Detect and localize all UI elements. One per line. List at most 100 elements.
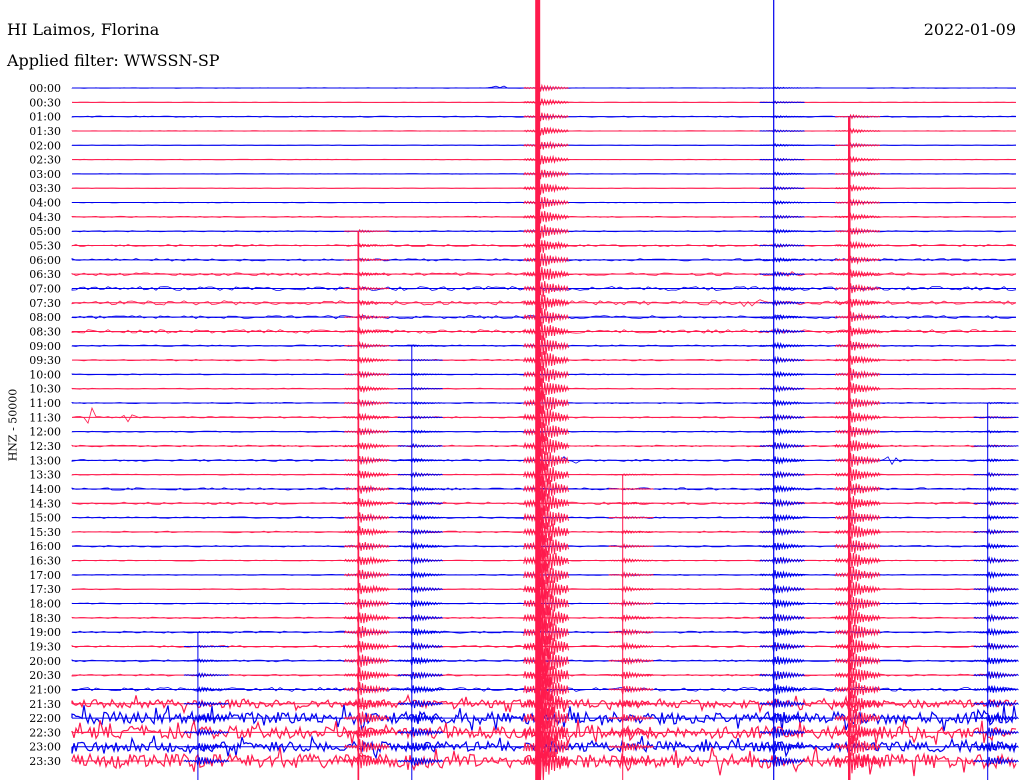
row-label: 16:00 — [29, 540, 61, 553]
spike-coda — [608, 670, 654, 681]
spike-coda — [834, 649, 881, 671]
spike-coda — [183, 672, 229, 679]
row-label: 21:30 — [29, 698, 61, 711]
spike-coda — [759, 370, 805, 379]
row-label: 00:00 — [29, 82, 61, 95]
row-label: 04:00 — [29, 197, 61, 210]
spike-coda — [397, 372, 443, 377]
spike-coda — [759, 670, 805, 681]
row-label: 02:30 — [29, 154, 61, 167]
spike-coda — [973, 486, 1019, 493]
spike-coda — [759, 498, 805, 508]
spike-coda — [608, 529, 654, 535]
row-label: 10:30 — [29, 383, 61, 396]
spike-coda — [759, 128, 805, 134]
spike-coda — [608, 487, 654, 491]
row-label: 18:30 — [29, 612, 61, 625]
row-label: 16:30 — [29, 555, 61, 568]
row-label: 18:00 — [29, 598, 61, 611]
row-label: 13:00 — [29, 454, 61, 467]
spike-coda — [834, 425, 881, 440]
spike-coda — [343, 598, 390, 610]
row-time-labels: 00:0000:30 01:0001:3002:00 02:3003:0003:30… — [29, 82, 61, 768]
spike-coda — [523, 263, 569, 282]
spike-coda — [397, 599, 443, 610]
row-label: 01:30 — [29, 125, 61, 138]
row-label: 20:30 — [29, 669, 61, 682]
spike-coda — [834, 226, 881, 236]
row-label: 20:00 — [29, 655, 61, 668]
row-label: 19:00 — [29, 626, 61, 639]
row-label: 05:30 — [29, 240, 61, 253]
row-label: 23:00 — [29, 741, 61, 754]
spike-coda — [523, 196, 569, 211]
spike-coda — [523, 378, 569, 402]
spike-coda — [834, 398, 881, 410]
spike-coda — [343, 640, 390, 655]
spike-coda — [834, 677, 881, 700]
row-label: 06:30 — [29, 268, 61, 281]
row-label: 11:30 — [29, 411, 61, 424]
spike-coda — [834, 440, 881, 455]
spike-coda — [834, 553, 881, 572]
spike-coda — [523, 140, 569, 152]
spike-coda — [834, 411, 881, 426]
row-label: 22:00 — [29, 712, 61, 725]
spike-coda — [834, 580, 881, 600]
spike-coda — [397, 485, 443, 493]
row-label: 01:00 — [29, 111, 61, 124]
row-label: 15:30 — [29, 526, 61, 539]
event-spike — [759, 0, 805, 780]
spike-coda — [973, 500, 1019, 507]
row-label: 03:30 — [29, 182, 61, 195]
row-label: 19:30 — [29, 640, 61, 653]
row-label: 00:30 — [29, 96, 61, 109]
event-spike — [343, 228, 390, 780]
row-label: 08:30 — [29, 325, 61, 338]
spike-coda — [523, 154, 569, 167]
spike-coda — [523, 335, 569, 360]
row-label: 11:00 — [29, 397, 61, 410]
spike-coda — [523, 365, 569, 387]
row-label: 12:30 — [29, 440, 61, 453]
spike-coda — [834, 594, 881, 615]
spike-coda — [523, 307, 569, 329]
row-label: 23:30 — [29, 755, 61, 768]
row-label: 08:00 — [29, 311, 61, 324]
row-label: 12:00 — [29, 426, 61, 439]
spike-coda — [344, 257, 390, 263]
row-label: 21:00 — [29, 683, 61, 696]
row-label: 05:00 — [29, 225, 61, 238]
row-label: 14:30 — [29, 497, 61, 510]
row-label: 10:00 — [29, 368, 61, 381]
spike-coda — [834, 607, 881, 630]
row-label: 13:30 — [29, 469, 61, 482]
row-label: 06:00 — [29, 254, 61, 267]
row-label: 22:30 — [29, 726, 61, 739]
row-label: 07:30 — [29, 297, 61, 310]
row-label: 07:00 — [29, 282, 61, 295]
row-label: 17:00 — [29, 569, 61, 582]
row-label: 02:00 — [29, 139, 61, 152]
row-label: 09:00 — [29, 340, 61, 353]
row-label: 14:00 — [29, 483, 61, 496]
spike-coda — [834, 355, 881, 367]
row-label: 15:00 — [29, 512, 61, 525]
spike-coda — [343, 426, 390, 437]
row-label: 04:30 — [29, 211, 61, 224]
spike-coda — [608, 685, 654, 695]
event-spike — [834, 113, 881, 780]
spike-coda — [834, 566, 881, 586]
spike-coda — [759, 256, 805, 264]
spike-coda — [834, 707, 881, 732]
row-label: 09:30 — [29, 354, 61, 367]
spike-coda — [759, 228, 805, 235]
event-spike — [973, 401, 1019, 780]
spike-coda — [397, 671, 443, 681]
row-label: 03:00 — [29, 168, 61, 181]
spike-coda — [344, 242, 390, 248]
seismogram-plot: 00:0000:30 01:0001:3002:00 02:3003:0003:30… — [29, 0, 1019, 780]
spike-coda — [834, 722, 881, 745]
spike-coda — [608, 571, 654, 579]
spike-coda — [608, 613, 654, 623]
